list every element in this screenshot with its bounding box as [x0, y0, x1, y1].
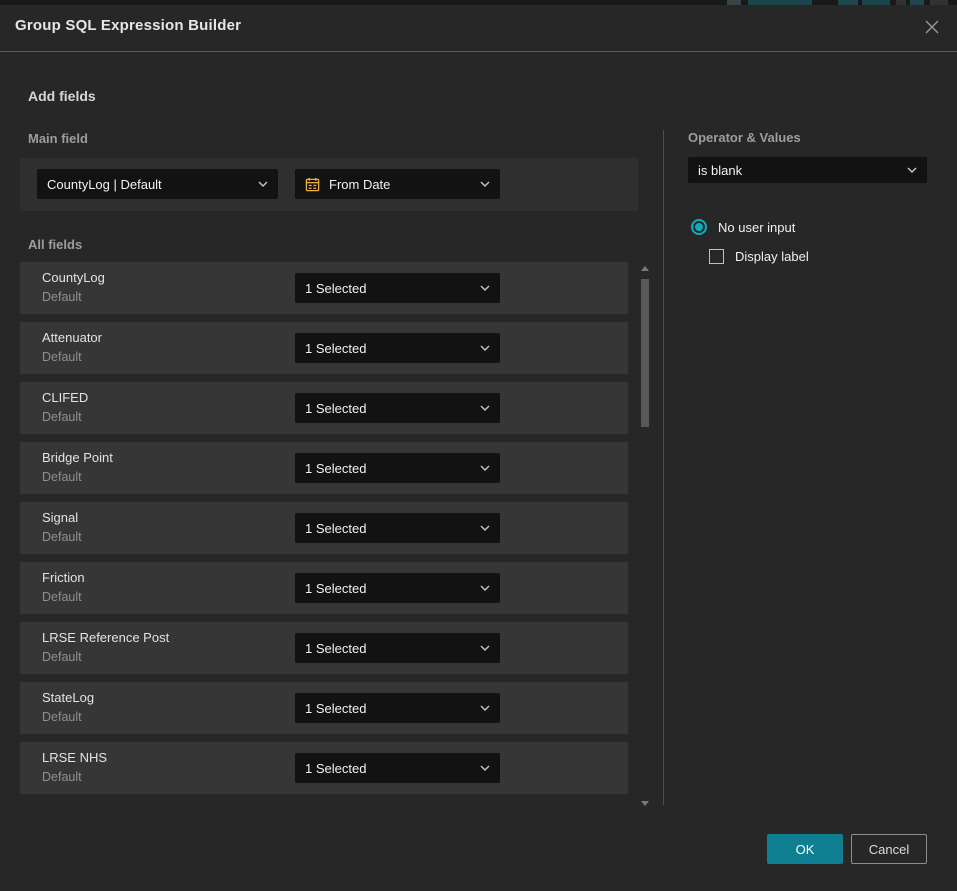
- field-subtitle: Default: [42, 290, 82, 304]
- display-label-text: Display label: [735, 249, 809, 264]
- field-subtitle: Default: [42, 530, 82, 544]
- chevron-down-icon: [480, 465, 490, 471]
- field-row-lrse-nhs: LRSE NHS Default 1 Selected: [20, 742, 628, 794]
- field-name: LRSE NHS: [42, 750, 107, 765]
- field-subtitle: Default: [42, 410, 82, 424]
- field-row-countylog: CountyLog Default 1 Selected: [20, 262, 628, 314]
- field-selected-dropdown[interactable]: 1 Selected: [295, 513, 500, 543]
- field-row-bridge-point: Bridge Point Default 1 Selected: [20, 442, 628, 494]
- field-row-signal: Signal Default 1 Selected: [20, 502, 628, 554]
- main-field-source-value: CountyLog | Default: [47, 177, 252, 192]
- close-icon: [924, 19, 940, 38]
- cancel-button[interactable]: Cancel: [851, 834, 927, 864]
- field-row-attenuator: Attenuator Default 1 Selected: [20, 322, 628, 374]
- close-button[interactable]: [920, 16, 944, 40]
- field-name: LRSE Reference Post: [42, 630, 169, 645]
- chevron-down-icon: [480, 405, 490, 411]
- field-name: StateLog: [42, 690, 94, 705]
- panel-divider: [663, 130, 664, 805]
- field-name: CLIFED: [42, 390, 88, 405]
- field-selected-value: 1 Selected: [305, 461, 474, 476]
- main-field-field-dropdown[interactable]: From Date: [295, 169, 500, 199]
- main-field-source-dropdown[interactable]: CountyLog | Default: [37, 169, 278, 199]
- chevron-down-icon: [480, 645, 490, 651]
- field-selected-value: 1 Selected: [305, 521, 474, 536]
- main-field-box: CountyLog | Default From Date: [20, 158, 638, 211]
- field-selected-value: 1 Selected: [305, 341, 474, 356]
- chevron-down-icon: [480, 765, 490, 771]
- field-selected-value: 1 Selected: [305, 761, 474, 776]
- checkbox-unchecked-icon: [709, 249, 724, 264]
- all-fields-list: CountyLog Default 1 Selected Attenuator Defa…: [20, 262, 628, 796]
- dialog-title: Group SQL Expression Builder: [15, 17, 241, 34]
- field-name: CountyLog: [42, 270, 105, 285]
- operator-dropdown[interactable]: is blank: [688, 157, 927, 183]
- field-name: Bridge Point: [42, 450, 113, 465]
- scrollbar-thumb[interactable]: [641, 279, 649, 427]
- chevron-down-icon: [480, 345, 490, 351]
- field-selected-value: 1 Selected: [305, 581, 474, 596]
- field-row-lrse-reference-post: LRSE Reference Post Default 1 Selected: [20, 622, 628, 674]
- field-subtitle: Default: [42, 470, 82, 484]
- field-subtitle: Default: [42, 770, 82, 784]
- chevron-down-icon: [258, 181, 268, 187]
- add-fields-heading: Add fields: [28, 88, 96, 104]
- field-selected-value: 1 Selected: [305, 701, 474, 716]
- field-selected-value: 1 Selected: [305, 641, 474, 656]
- field-selected-value: 1 Selected: [305, 281, 474, 296]
- operator-value: is blank: [698, 163, 901, 178]
- calendar-icon: [305, 177, 329, 192]
- chevron-down-icon: [480, 585, 490, 591]
- field-name: Attenuator: [42, 330, 102, 345]
- main-field-field-value: From Date: [329, 177, 474, 192]
- field-row-clifed: CLIFED Default 1 Selected: [20, 382, 628, 434]
- field-subtitle: Default: [42, 590, 82, 604]
- field-name: Signal: [42, 510, 78, 525]
- display-label-checkbox[interactable]: Display label: [709, 249, 809, 264]
- field-row-friction: Friction Default 1 Selected: [20, 562, 628, 614]
- field-selected-dropdown[interactable]: 1 Selected: [295, 693, 500, 723]
- field-selected-dropdown[interactable]: 1 Selected: [295, 273, 500, 303]
- chevron-down-icon: [480, 181, 490, 187]
- radio-selected-icon: [691, 219, 707, 235]
- chevron-down-icon: [480, 705, 490, 711]
- main-field-label: Main field: [28, 131, 88, 146]
- no-user-input-radio[interactable]: No user input: [691, 219, 795, 235]
- chevron-down-icon: [907, 167, 917, 173]
- field-selected-value: 1 Selected: [305, 401, 474, 416]
- list-scrollbar[interactable]: [639, 262, 651, 808]
- scroll-down-icon[interactable]: [641, 801, 649, 806]
- field-subtitle: Default: [42, 650, 82, 664]
- field-selected-dropdown[interactable]: 1 Selected: [295, 573, 500, 603]
- chevron-down-icon: [480, 525, 490, 531]
- group-sql-expression-builder-dialog: Group SQL Expression Builder Add fields …: [0, 5, 957, 891]
- dialog-titlebar: Group SQL Expression Builder: [0, 5, 957, 52]
- field-selected-dropdown[interactable]: 1 Selected: [295, 753, 500, 783]
- field-selected-dropdown[interactable]: 1 Selected: [295, 633, 500, 663]
- field-row-statelog: StateLog Default 1 Selected: [20, 682, 628, 734]
- field-subtitle: Default: [42, 350, 82, 364]
- field-selected-dropdown[interactable]: 1 Selected: [295, 393, 500, 423]
- field-name: Friction: [42, 570, 85, 585]
- field-subtitle: Default: [42, 710, 82, 724]
- field-selected-dropdown[interactable]: 1 Selected: [295, 333, 500, 363]
- scroll-up-icon[interactable]: [641, 266, 649, 271]
- operator-values-label: Operator & Values: [688, 130, 801, 145]
- ok-button[interactable]: OK: [767, 834, 843, 864]
- all-fields-label: All fields: [28, 237, 82, 252]
- field-selected-dropdown[interactable]: 1 Selected: [295, 453, 500, 483]
- chevron-down-icon: [480, 285, 490, 291]
- no-user-input-label: No user input: [718, 220, 795, 235]
